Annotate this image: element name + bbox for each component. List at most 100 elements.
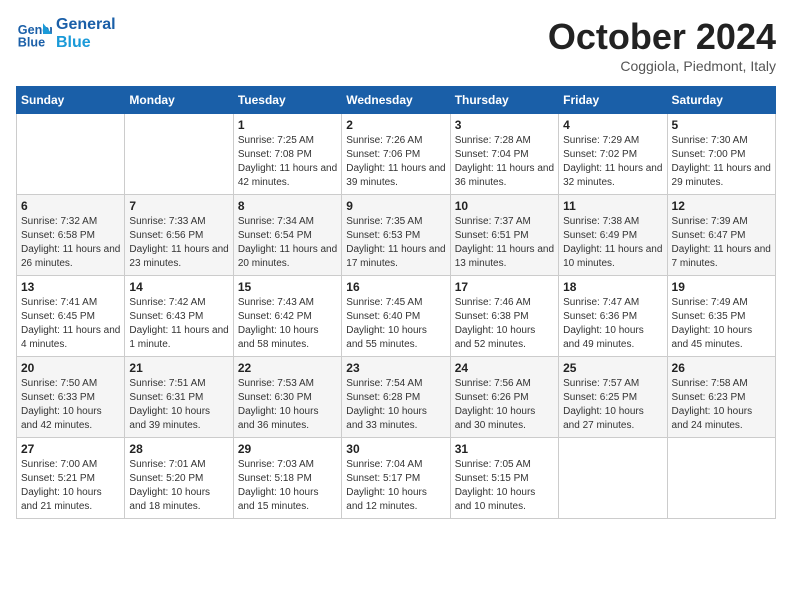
calendar-cell: 31 Sunrise: 7:05 AM Sunset: 5:15 PM Dayli… [450,438,558,519]
day-info: Sunrise: 7:28 AM Sunset: 7:04 PM Dayligh… [455,134,554,190]
calendar-cell: 22 Sunrise: 7:53 AM Sunset: 6:30 PM Dayli… [233,357,341,438]
day-info: Sunrise: 7:30 AM Sunset: 7:00 PM Dayligh… [672,134,771,190]
calendar-cell: 11Sunrise: 7:38 AM Sunset: 6:49 PM Dayli… [559,195,667,276]
calendar-cell: 2 Sunrise: 7:26 AM Sunset: 7:06 PM Daylig… [342,114,450,195]
day-info: Sunrise: 7:01 AM Sunset: 5:20 PM Dayligh… [129,458,228,514]
day-number: 17 [455,280,554,294]
calendar-cell: 27 Sunrise: 7:00 AM Sunset: 5:21 PM Dayli… [17,438,125,519]
day-info: Sunrise: 7:47 AM Sunset: 6:36 PM Dayligh… [563,296,662,352]
day-number: 22 [238,361,337,375]
calendar-cell: 20Sunrise: 7:50 AM Sunset: 6:33 PM Dayli… [17,357,125,438]
calendar-week-1: 1 Sunrise: 7:25 AM Sunset: 7:08 PM Daylig… [17,114,776,195]
day-info: Sunrise: 7:49 AM Sunset: 6:35 PM Dayligh… [672,296,771,352]
day-number: 3 [455,118,554,132]
day-of-week-monday: Monday [125,87,233,114]
calendar-cell [125,114,233,195]
calendar-cell: 8 Sunrise: 7:34 AM Sunset: 6:54 PM Daylig… [233,195,341,276]
logo-text-blue: Blue [56,34,116,52]
day-number: 21 [129,361,228,375]
calendar-cell: 4 Sunrise: 7:29 AM Sunset: 7:02 PM Daylig… [559,114,667,195]
day-number: 24 [455,361,554,375]
title-block: October 2024 Coggiola, Piedmont, Italy [548,16,776,74]
day-info: Sunrise: 7:50 AM Sunset: 6:33 PM Dayligh… [21,377,120,433]
day-number: 29 [238,442,337,456]
day-number: 9 [346,199,445,213]
day-number: 16 [346,280,445,294]
day-info: Sunrise: 7:05 AM Sunset: 5:15 PM Dayligh… [455,458,554,514]
day-info: Sunrise: 7:56 AM Sunset: 6:26 PM Dayligh… [455,377,554,433]
day-number: 1 [238,118,337,132]
day-info: Sunrise: 7:00 AM Sunset: 5:21 PM Dayligh… [21,458,120,514]
day-info: Sunrise: 7:33 AM Sunset: 6:56 PM Dayligh… [129,215,228,271]
calendar-cell: 5 Sunrise: 7:30 AM Sunset: 7:00 PM Daylig… [667,114,775,195]
calendar-cell: 13Sunrise: 7:41 AM Sunset: 6:45 PM Dayli… [17,276,125,357]
day-of-week-sunday: Sunday [17,87,125,114]
calendar-body: 1 Sunrise: 7:25 AM Sunset: 7:08 PM Daylig… [17,114,776,519]
day-number: 28 [129,442,228,456]
calendar-cell [667,438,775,519]
day-info: Sunrise: 7:39 AM Sunset: 6:47 PM Dayligh… [672,215,771,271]
day-number: 7 [129,199,228,213]
day-number: 27 [21,442,120,456]
day-info: Sunrise: 7:53 AM Sunset: 6:30 PM Dayligh… [238,377,337,433]
calendar-table: SundayMondayTuesdayWednesdayThursdayFrid… [16,86,776,519]
calendar-cell: 6Sunrise: 7:32 AM Sunset: 6:58 PM Daylig… [17,195,125,276]
day-of-week-wednesday: Wednesday [342,87,450,114]
location-subtitle: Coggiola, Piedmont, Italy [548,58,776,74]
day-info: Sunrise: 7:43 AM Sunset: 6:42 PM Dayligh… [238,296,337,352]
day-info: Sunrise: 7:34 AM Sunset: 6:54 PM Dayligh… [238,215,337,271]
day-number: 12 [672,199,771,213]
day-of-week-tuesday: Tuesday [233,87,341,114]
day-info: Sunrise: 7:57 AM Sunset: 6:25 PM Dayligh… [563,377,662,433]
day-info: Sunrise: 7:51 AM Sunset: 6:31 PM Dayligh… [129,377,228,433]
day-of-week-saturday: Saturday [667,87,775,114]
day-number: 13 [21,280,120,294]
day-info: Sunrise: 7:54 AM Sunset: 6:28 PM Dayligh… [346,377,445,433]
calendar-cell: 3 Sunrise: 7:28 AM Sunset: 7:04 PM Daylig… [450,114,558,195]
calendar-cell: 17 Sunrise: 7:46 AM Sunset: 6:38 PM Dayli… [450,276,558,357]
calendar-cell: 19Sunrise: 7:49 AM Sunset: 6:35 PM Dayli… [667,276,775,357]
day-number: 23 [346,361,445,375]
calendar-cell: 23 Sunrise: 7:54 AM Sunset: 6:28 PM Dayli… [342,357,450,438]
day-info: Sunrise: 7:35 AM Sunset: 6:53 PM Dayligh… [346,215,445,271]
day-number: 31 [455,442,554,456]
day-number: 30 [346,442,445,456]
calendar-cell [559,438,667,519]
day-info: Sunrise: 7:03 AM Sunset: 5:18 PM Dayligh… [238,458,337,514]
day-info: Sunrise: 7:46 AM Sunset: 6:38 PM Dayligh… [455,296,554,352]
calendar-cell [17,114,125,195]
calendar-week-3: 13Sunrise: 7:41 AM Sunset: 6:45 PM Dayli… [17,276,776,357]
calendar-cell: 18 Sunrise: 7:47 AM Sunset: 6:36 PM Dayli… [559,276,667,357]
day-number: 5 [672,118,771,132]
day-number: 4 [563,118,662,132]
day-info: Sunrise: 7:26 AM Sunset: 7:06 PM Dayligh… [346,134,445,190]
calendar-cell: 9 Sunrise: 7:35 AM Sunset: 6:53 PM Daylig… [342,195,450,276]
calendar-cell: 30 Sunrise: 7:04 AM Sunset: 5:17 PM Dayli… [342,438,450,519]
day-info: Sunrise: 7:45 AM Sunset: 6:40 PM Dayligh… [346,296,445,352]
day-number: 14 [129,280,228,294]
calendar-header: SundayMondayTuesdayWednesdayThursdayFrid… [17,87,776,114]
day-number: 18 [563,280,662,294]
day-number: 8 [238,199,337,213]
day-info: Sunrise: 7:25 AM Sunset: 7:08 PM Dayligh… [238,134,337,190]
day-info: Sunrise: 7:32 AM Sunset: 6:58 PM Dayligh… [21,215,120,271]
day-info: Sunrise: 7:29 AM Sunset: 7:02 PM Dayligh… [563,134,662,190]
month-title: October 2024 [548,16,776,58]
day-info: Sunrise: 7:37 AM Sunset: 6:51 PM Dayligh… [455,215,554,271]
svg-text:Blue: Blue [18,36,45,50]
calendar-cell: 21 Sunrise: 7:51 AM Sunset: 6:31 PM Dayli… [125,357,233,438]
calendar-cell: 29 Sunrise: 7:03 AM Sunset: 5:18 PM Dayli… [233,438,341,519]
logo: General Blue General Blue [16,16,116,52]
day-number: 15 [238,280,337,294]
calendar-week-2: 6Sunrise: 7:32 AM Sunset: 6:58 PM Daylig… [17,195,776,276]
logo-text-general: General [56,16,116,34]
calendar-cell: 25 Sunrise: 7:57 AM Sunset: 6:25 PM Dayli… [559,357,667,438]
day-number: 2 [346,118,445,132]
day-number: 25 [563,361,662,375]
day-of-week-friday: Friday [559,87,667,114]
logo-icon: General Blue [16,16,52,52]
day-info: Sunrise: 7:04 AM Sunset: 5:17 PM Dayligh… [346,458,445,514]
day-info: Sunrise: 7:38 AM Sunset: 6:49 PM Dayligh… [563,215,662,271]
calendar-cell: 14Sunrise: 7:42 AM Sunset: 6:43 PM Dayli… [125,276,233,357]
calendar-cell: 24 Sunrise: 7:56 AM Sunset: 6:26 PM Dayli… [450,357,558,438]
